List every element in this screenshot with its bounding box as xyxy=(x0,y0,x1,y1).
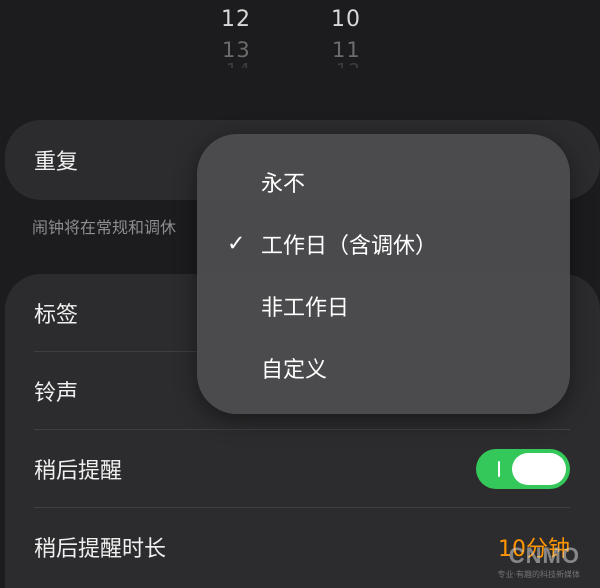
watermark-brand: CNMO xyxy=(508,543,580,568)
ringtone-label: 铃声 xyxy=(34,381,79,406)
menu-item-label: 非工作日 xyxy=(261,296,350,321)
watermark-tagline: 专业·有趣的科技新媒体 xyxy=(497,570,580,579)
menu-item-label: 工作日（含调休） xyxy=(261,234,438,259)
tag-label: 标签 xyxy=(34,303,79,328)
menu-item-workdays[interactable]: ✓ 工作日（含调休） xyxy=(197,214,570,274)
check-icon: ✓ xyxy=(227,231,246,257)
toggle-knob xyxy=(512,453,566,485)
minute-next2-value: 12 xyxy=(336,60,361,68)
hour-value[interactable]: 12 xyxy=(221,7,251,32)
snooze-row: 稍后提醒 xyxy=(5,430,600,508)
snooze-duration-label: 稍后提醒时长 xyxy=(34,537,167,562)
snooze-toggle[interactable] xyxy=(476,449,570,489)
watermark: CNMO 专业·有趣的科技新媒体 xyxy=(497,543,580,580)
repeat-menu: 永不 ✓ 工作日（含调休） 非工作日 自定义 xyxy=(197,134,570,414)
snooze-label: 稍后提醒 xyxy=(34,459,123,484)
menu-item-never[interactable]: 永不 xyxy=(197,152,570,212)
hour-next-value[interactable]: 13 xyxy=(222,38,251,62)
hour-next2-value: 14 xyxy=(226,60,251,68)
repeat-note: 闹钟将在常规和调休 xyxy=(32,218,177,237)
toggle-on-mark xyxy=(498,461,500,477)
repeat-label: 重复 xyxy=(34,150,79,175)
time-picker[interactable]: 12 13 14 10 11 12 xyxy=(0,0,600,70)
menu-item-label: 永不 xyxy=(261,172,306,197)
menu-item-non-workdays[interactable]: 非工作日 xyxy=(197,276,570,336)
menu-item-label: 自定义 xyxy=(261,358,328,383)
minute-value[interactable]: 10 xyxy=(331,7,361,32)
menu-item-custom[interactable]: 自定义 xyxy=(197,338,570,398)
minute-next-value[interactable]: 11 xyxy=(332,38,361,62)
